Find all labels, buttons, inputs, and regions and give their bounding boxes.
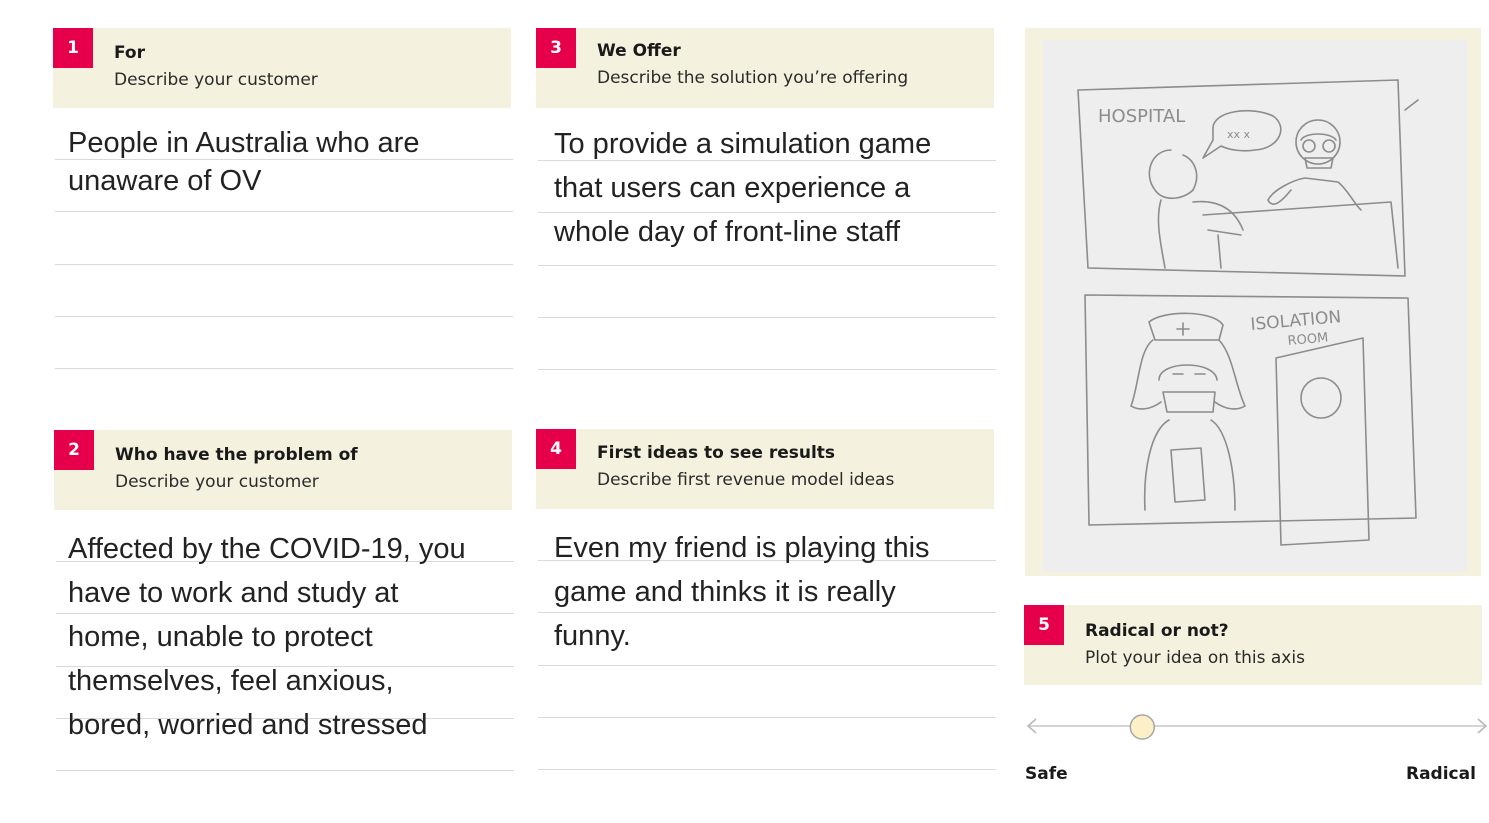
arrow-right-icon bbox=[1477, 718, 1488, 734]
radical-label: Radical bbox=[1406, 764, 1476, 784]
card-content-text[interactable]: People in Australia who are unaware of O… bbox=[68, 124, 508, 200]
sketch-label-room: ROOM bbox=[1287, 330, 1329, 348]
card-problem: 2 Who have the problem of Describe your … bbox=[54, 430, 514, 780]
card-subtitle: Plot your idea on this axis bbox=[1085, 648, 1305, 668]
slider-knob[interactable] bbox=[1129, 714, 1156, 740]
arrow-left-icon bbox=[1026, 718, 1037, 734]
safe-label: Safe bbox=[1025, 764, 1068, 784]
sketch-label-isolation: ISOLATION bbox=[1250, 307, 1342, 335]
card-content-text[interactable]: Even my friend is playing this game and … bbox=[554, 526, 994, 658]
sketch-label-hospital: HOSPITAL bbox=[1098, 106, 1185, 127]
card-first-ideas: 4 First ideas to see results Describe fi… bbox=[536, 429, 996, 779]
sketch-speech-text: xx x bbox=[1227, 128, 1251, 141]
step-number-badge: 5 bbox=[1024, 605, 1064, 645]
card-we-offer: 3 We Offer Describe the solution you’re … bbox=[536, 28, 996, 378]
card-radical: 5 Radical or not? Plot your idea on this… bbox=[1024, 605, 1482, 685]
card-header: 5 Radical or not? Plot your idea on this… bbox=[1024, 605, 1482, 685]
sketch-image: HOSPITAL xx x ISOLATION ROOM bbox=[1043, 40, 1467, 572]
card-title: Radical or not? bbox=[1085, 621, 1229, 641]
card-content-text[interactable]: Affected by the COVID-19, you have to wo… bbox=[68, 527, 508, 747]
card-content-text[interactable]: To provide a simulation game that users … bbox=[554, 122, 994, 254]
ruled-lines bbox=[53, 28, 513, 378]
card-for: 1 For Describe your customer People in A… bbox=[53, 28, 513, 378]
sketch-image-frame: HOSPITAL xx x ISOLATION ROOM bbox=[1025, 28, 1481, 576]
